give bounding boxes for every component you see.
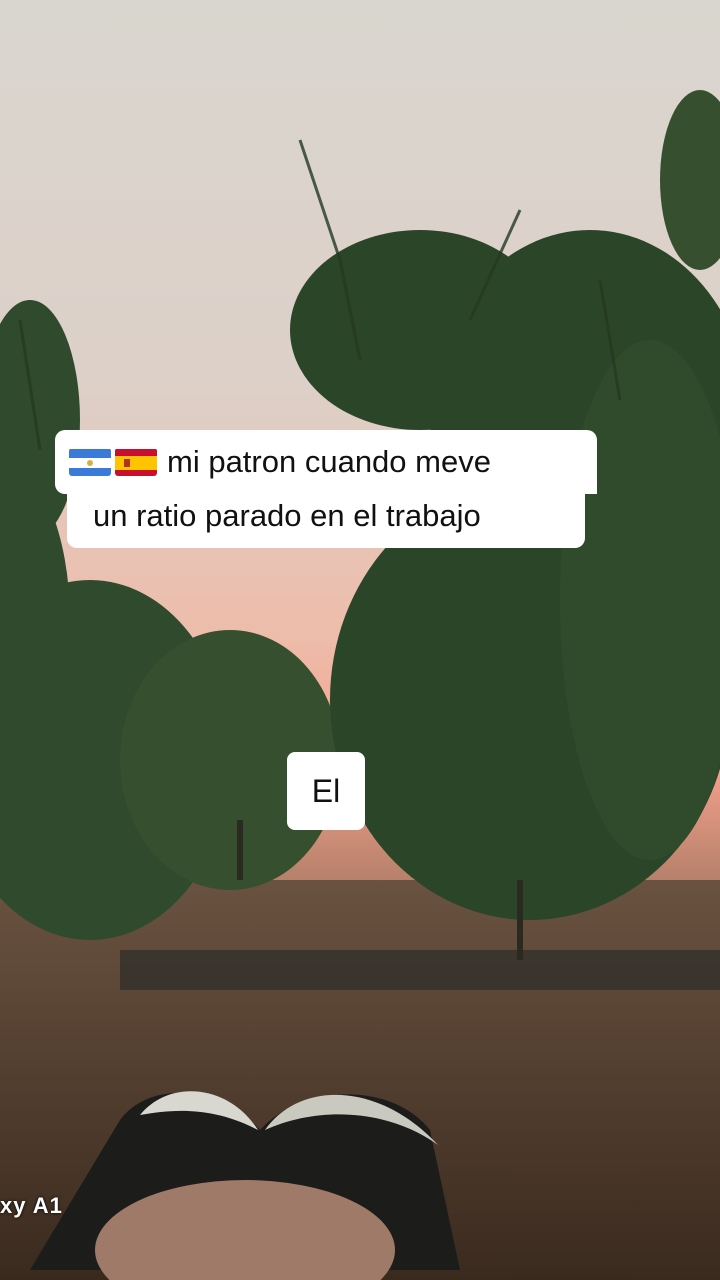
caption-text-2: un ratio parado en el trabajo bbox=[93, 497, 481, 533]
spain-flag-icon bbox=[115, 448, 157, 476]
overlay-word: El bbox=[311, 772, 341, 809]
overlay-word-box: El bbox=[287, 752, 365, 830]
caption-line-2: un ratio parado en el trabajo bbox=[67, 484, 585, 548]
background-photo bbox=[0, 0, 720, 1280]
caption-text-1: mi patron cuando meve bbox=[167, 443, 491, 479]
watermark-text: xy A1 bbox=[0, 1193, 63, 1218]
nicaragua-flag-icon bbox=[69, 448, 111, 476]
flag-group bbox=[69, 448, 157, 476]
